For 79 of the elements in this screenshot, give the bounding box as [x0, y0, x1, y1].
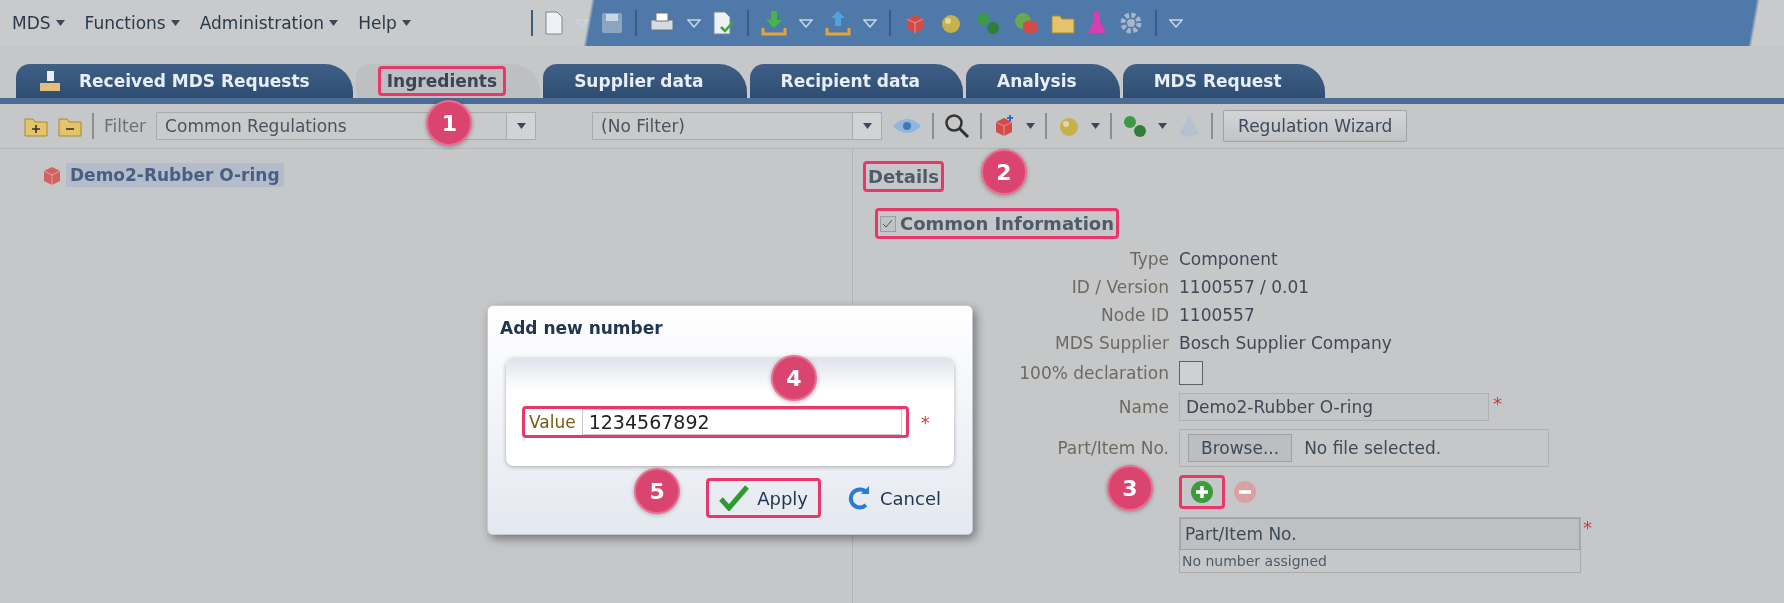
- dropdown-arrow-icon[interactable]: [862, 18, 877, 28]
- required-mark: *: [1493, 393, 1502, 414]
- caret-icon: [401, 20, 411, 26]
- caret-icon: [1091, 123, 1101, 129]
- dropdown-arrow-icon[interactable]: [574, 18, 589, 28]
- field-value: Bosch Supplier Company: [1179, 333, 1392, 353]
- collapse-folder-icon[interactable]: [58, 115, 82, 137]
- tab[interactable]: MDS Request: [1122, 64, 1325, 98]
- section-header[interactable]: Common Information: [875, 208, 1119, 239]
- expand-folder-icon[interactable]: [24, 115, 48, 137]
- collapse-toggle-icon[interactable]: [880, 215, 896, 232]
- check-icon: [719, 485, 750, 511]
- value-input[interactable]: 1234567892: [581, 409, 902, 435]
- caret-icon: [1026, 123, 1036, 129]
- remove-icon[interactable]: [1233, 480, 1257, 504]
- tab[interactable]: Supplier data: [543, 64, 747, 98]
- callout-badge: 3: [1107, 465, 1153, 511]
- add-molecule-icon[interactable]: [1122, 114, 1149, 138]
- regulation-wizard-button[interactable]: Regulation Wizard: [1223, 110, 1408, 142]
- caret-icon: [516, 123, 526, 129]
- menu-item[interactable]: MDS: [12, 13, 65, 33]
- field-label: Part/Item No.: [1057, 438, 1169, 458]
- file-field[interactable]: Browse... No file selected.: [1179, 429, 1549, 467]
- required-mark: *: [920, 411, 930, 433]
- hand-box-icon: [38, 69, 62, 93]
- dropdown-arrow-icon[interactable]: [686, 18, 701, 28]
- field-label: ID / Version: [1071, 277, 1169, 297]
- name-field[interactable]: Demo2-Rubber O-ring: [1179, 393, 1489, 421]
- caret-icon: [329, 20, 339, 26]
- callout-badge: 4: [771, 355, 817, 401]
- gear-icon[interactable]: [1118, 11, 1143, 35]
- caret-icon: [55, 20, 65, 26]
- search-icon[interactable]: [944, 113, 971, 139]
- dropdown-arrow-icon[interactable]: [798, 18, 813, 28]
- filter-label: Filter: [104, 116, 147, 136]
- field-label: Name: [1118, 397, 1169, 417]
- column-header: Part/Item No.: [1180, 518, 1580, 550]
- menu-item[interactable]: Functions: [84, 13, 180, 33]
- apply-button[interactable]: Apply: [706, 478, 821, 518]
- add-button[interactable]: [1179, 475, 1225, 509]
- filter-select[interactable]: (No Filter): [592, 112, 883, 140]
- menu-item[interactable]: Administration: [199, 13, 339, 33]
- file-status: No file selected.: [1304, 438, 1442, 458]
- tab[interactable]: Ingredients: [355, 64, 541, 98]
- upload-icon[interactable]: [824, 10, 851, 36]
- checkbox[interactable]: [1179, 361, 1203, 385]
- tab[interactable]: Analysis: [966, 64, 1120, 98]
- menu-item[interactable]: Help: [358, 13, 411, 33]
- details-title: Details: [863, 161, 944, 192]
- plus-icon: [1190, 480, 1214, 504]
- cancel-button[interactable]: Cancel: [833, 478, 954, 518]
- field-value: 1100557: [1179, 305, 1255, 325]
- field-label: Node ID: [1101, 305, 1169, 325]
- dropdown-arrow-icon[interactable]: [1168, 18, 1183, 28]
- dialog-title: Add new number: [500, 318, 664, 338]
- folder-icon[interactable]: [1050, 12, 1075, 34]
- new-document-icon[interactable]: [544, 11, 563, 35]
- caret-icon: [170, 20, 180, 26]
- field-value: 1100557 / 0.01: [1179, 277, 1310, 297]
- field-label: Value: [529, 412, 576, 432]
- field-value: Component: [1179, 249, 1278, 269]
- tab[interactable]: Received MDS Requests: [16, 64, 353, 98]
- eye-icon[interactable]: [892, 116, 923, 136]
- caret-icon: [862, 123, 872, 129]
- cube-and-sphere-icon[interactable]: [1012, 11, 1039, 35]
- callout-badge: 2: [981, 149, 1027, 195]
- empty-table-message: No number assigned: [1181, 552, 1328, 571]
- required-mark: *: [1583, 517, 1592, 538]
- download-icon[interactable]: [760, 10, 787, 36]
- field-label: Type: [1129, 249, 1169, 269]
- refresh-icon: [846, 485, 872, 511]
- save-icon[interactable]: [600, 12, 623, 34]
- browse-button[interactable]: Browse...: [1188, 434, 1293, 462]
- field-label: 100% declaration: [1019, 363, 1169, 383]
- field-label: MDS Supplier: [1055, 333, 1169, 353]
- tab[interactable]: Recipient data: [749, 64, 963, 98]
- caret-icon: [1158, 123, 1168, 129]
- callout-badge: 5: [634, 468, 681, 514]
- document-check-icon[interactable]: [712, 11, 735, 35]
